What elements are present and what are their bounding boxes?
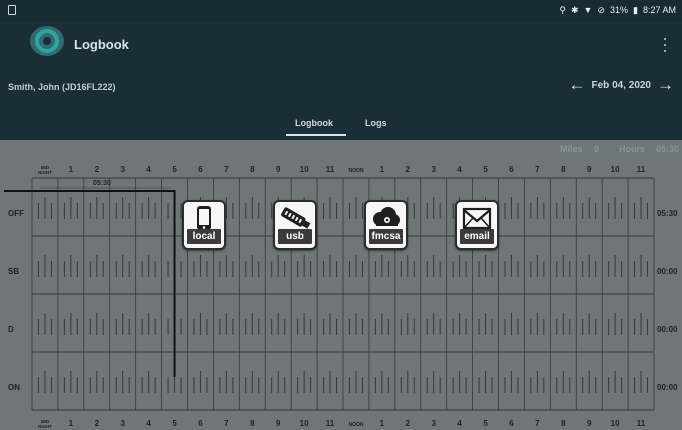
app-logo-icon <box>30 26 64 56</box>
export-local-label: local <box>187 229 221 244</box>
bottom-hour-label: 9 <box>276 419 281 428</box>
off-duty-duration-label: 05:30 <box>93 180 111 187</box>
tab-indicator <box>286 134 346 136</box>
top-hour-label: 6 <box>198 165 203 174</box>
bottom-hour-label: 3 <box>120 419 125 428</box>
bottom-hour-label: 7 <box>224 419 229 428</box>
bottom-hour-label: 3 <box>431 419 436 428</box>
duty-row-total: 00:00 <box>657 383 678 392</box>
notification-icon <box>8 5 16 15</box>
wifi-icon: ▼ <box>583 5 593 15</box>
overflow-menu-icon[interactable] <box>662 38 668 52</box>
top-hour-label: 8 <box>561 165 566 174</box>
logbook-content: Miles 0 Hours 05:30 MID NIGHT 1 2 3 4 5 6 7 8 9 10 1… <box>0 140 682 430</box>
export-usb-label: usb <box>278 229 312 244</box>
duty-row-label: SB <box>8 267 19 276</box>
bottom-hour-label: 5 <box>172 419 177 428</box>
bottom-hour-label: 10 <box>611 419 620 428</box>
duty-status-graph: MIDNIGHT 1 2 3 4 5 6 7 8 9 10 11 NOON 1 2 3 4 5 6 7 8 9 10 11MI… <box>4 165 678 429</box>
top-hour-label: 7 <box>224 165 229 174</box>
bottom-hour-label: 4 <box>146 419 151 428</box>
bluetooth-icon: ✱ <box>570 5 579 15</box>
next-day-arrow-icon[interactable]: → <box>657 76 674 93</box>
bottom-hour-label: 8 <box>561 419 566 428</box>
bottom-hour-label: NIGHT <box>38 424 52 429</box>
date-navigator: ← Feb 04, 2020 → <box>569 76 674 93</box>
top-hour-label: NIGHT <box>38 170 52 175</box>
tab-logbook[interactable]: Logbook <box>295 118 333 128</box>
export-email-label: email <box>460 229 494 244</box>
top-hour-label: 3 <box>120 165 125 174</box>
bottom-hour-label: 1 <box>380 419 385 428</box>
bottom-hour-label: 2 <box>95 419 100 428</box>
dnd-icon: ⊘ <box>597 5 605 15</box>
top-hour-label: 11 <box>637 165 646 174</box>
export-usb-button[interactable]: usb <box>273 200 317 250</box>
top-hour-label: 11 <box>326 165 335 174</box>
top-hour-label: 7 <box>535 165 540 174</box>
bottom-hour-label: NOON <box>348 422 363 428</box>
export-fmcsa-label: fmcsa <box>369 229 403 244</box>
duty-row-total: 00:00 <box>657 267 678 276</box>
top-hour-label: 5 <box>172 165 177 174</box>
app-header: Logbook Smith, John (JD16FL222) ← Feb 04… <box>0 22 682 140</box>
top-hour-label: 3 <box>431 165 436 174</box>
status-icons: ⚲ ✱ ▼ ⊘ 31% ▮ 8:27 AM <box>559 5 676 16</box>
previous-day-arrow-icon[interactable]: ← <box>569 76 586 93</box>
current-date: Feb 04, 2020 <box>591 79 651 91</box>
duty-row-label: OFF <box>8 209 24 218</box>
clock: 8:27 AM <box>642 5 676 15</box>
top-hour-label: 4 <box>457 165 462 174</box>
top-hour-label: 4 <box>146 165 151 174</box>
top-hour-label: 1 <box>380 165 385 174</box>
bottom-hour-label: 6 <box>509 419 514 428</box>
top-hour-label: 10 <box>300 165 309 174</box>
export-local-button[interactable]: local <box>182 200 226 250</box>
top-hour-label: 2 <box>406 165 411 174</box>
tab-logs[interactable]: Logs <box>365 118 387 128</box>
bottom-hour-label: 10 <box>300 419 309 428</box>
duty-row-total: 00:00 <box>657 325 678 334</box>
bottom-hour-label: 7 <box>535 419 540 428</box>
bottom-hour-label: 6 <box>198 419 203 428</box>
top-hour-label: 5 <box>483 165 488 174</box>
tab-bar: Logbook Logs <box>0 110 682 140</box>
bottom-hour-label: 4 <box>457 419 462 428</box>
duty-row-label: D <box>8 325 14 334</box>
export-fmcsa-button[interactable]: fmcsa <box>364 200 408 250</box>
top-hour-label: 1 <box>69 165 74 174</box>
top-hour-label: 9 <box>587 165 592 174</box>
top-hour-label: 6 <box>509 165 514 174</box>
bottom-hour-label: 5 <box>483 419 488 428</box>
app-title: Logbook <box>74 37 129 52</box>
duty-row-label: ON <box>8 383 20 392</box>
status-bar: ⚲ ✱ ▼ ⊘ 31% ▮ 8:27 AM <box>0 0 682 22</box>
top-hour-label: NOON <box>348 168 363 174</box>
top-hour-label: 2 <box>95 165 100 174</box>
bottom-hour-label: 11 <box>637 419 646 428</box>
battery-percent: 31% <box>610 5 629 15</box>
top-hour-label: 8 <box>250 165 255 174</box>
bottom-hour-label: 11 <box>326 419 335 428</box>
export-email-button[interactable]: email <box>455 200 499 250</box>
bottom-hour-label: 1 <box>69 419 74 428</box>
bottom-hour-label: 8 <box>250 419 255 428</box>
top-hour-label: 10 <box>611 165 620 174</box>
driver-name: Smith, John (JD16FL222) <box>8 82 116 92</box>
bottom-hour-label: 9 <box>587 419 592 428</box>
battery-icon: ▮ <box>633 5 638 15</box>
bottom-hour-label: 2 <box>406 419 411 428</box>
location-icon: ⚲ <box>559 5 566 15</box>
duty-row-total: 05:30 <box>657 209 678 218</box>
top-hour-label: 9 <box>276 165 281 174</box>
